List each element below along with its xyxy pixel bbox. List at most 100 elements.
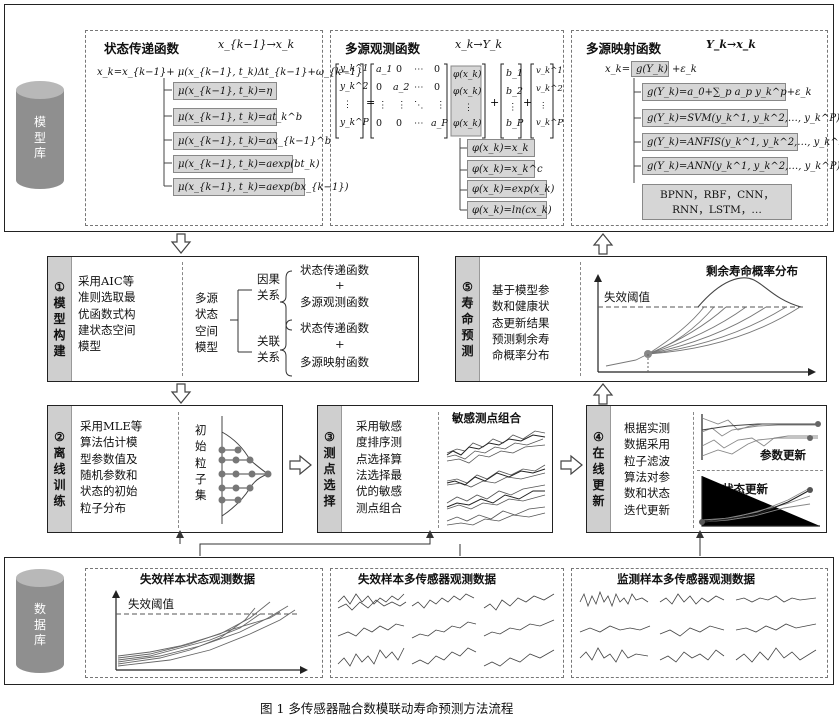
step4-description: 根据实测 数据采用 粒子滤波 算法对参 数和状态 迭代更新 [624, 421, 670, 517]
step3-tab: ③ 测 点 选 择 [318, 406, 342, 532]
step3-description: 采用敏感 度排序测 点选择算 法选择最 优的敏感 测点组合 [356, 419, 402, 515]
obs-matrix-r2c2: a_2 [393, 82, 410, 93]
state-transfer-equation: x_k=x_{k−1}+ μ(x_{k−1}, t_k)Δt_{k−1}+ω_{… [97, 67, 363, 78]
step3-divider [438, 412, 439, 528]
obs-v-2: v_k^2 [536, 84, 563, 94]
obs-phi-2: φ(x_k) [453, 87, 482, 97]
state-options-bracket [163, 78, 172, 187]
ann-list-line2: RNN，LSTM，… [672, 204, 762, 216]
obs-option-4: φ(x_k)=ln(cx_k) [467, 201, 552, 219]
obs-option-2: φ(x_k)=x_k^c [467, 160, 543, 178]
obs-matrix-r2c3: ⋯ [414, 82, 424, 93]
rul-distribution-chart [594, 274, 816, 376]
state-transfer-title: 状态传递函数 [104, 41, 180, 56]
mapping-option-3: g(Y_k)=ANFIS(y_k^1, y_k^2,…, y_k^P) [642, 133, 839, 151]
state-option-3: μ(x_{k−1}, t_k)=ax_{k−1}^b [173, 132, 331, 150]
mapping-eq-post: +ε_k [672, 64, 697, 75]
mapping-option-2: g(Y_k)=SVM(y_k^1, y_k^2,…, y_k^P) [642, 109, 839, 127]
failure-multisensor-title: 失效样本多传感器观测数据 [358, 572, 496, 586]
step2-tab: ② 离 线 训 练 [48, 406, 72, 532]
initial-particle-plot [218, 416, 272, 524]
assoc-item-plus: + [335, 337, 345, 351]
obs-matrix-r3c2: ⋮ [397, 100, 407, 111]
mapping-option-1: g(Y_k)=a_0+∑_p a_p y_k^p+ε_k [642, 83, 812, 101]
obs-phi-1: φ(x_k) [453, 70, 482, 80]
step1-tab: ① 模 型 构 建 [48, 257, 72, 381]
step4-divider [693, 412, 694, 528]
obs-v-3: ⋮ [539, 101, 548, 111]
obs-lhs-4: y_k^P [340, 118, 369, 128]
data-db-label: 数据库 [33, 602, 46, 648]
obs-matrix-r2c1: 0 [376, 82, 383, 93]
obs-lhs-3: ⋮ [343, 100, 352, 110]
arrow-top-to-step1 [170, 233, 192, 254]
obs-matrix-r4c1: 0 [376, 118, 383, 129]
obs-b-4: b_P [506, 118, 524, 129]
obs-phi-4: φ(x_k) [453, 119, 482, 129]
failure-state-chart [112, 590, 308, 674]
obs-option-3: φ(x_k)=exp(x_k) [467, 180, 554, 198]
state-option-2: μ(x_{k−1}, t_k)=at_k^b [173, 108, 302, 126]
state-update-chart [699, 476, 820, 527]
causal-item-plus: + [335, 278, 345, 292]
obs-matrix-r3c1: ⋮ [378, 100, 388, 111]
obs-matrix-r4c2: 0 [396, 118, 403, 129]
step4-tab: ④ 在 线 更 新 [587, 406, 611, 532]
obs-matrix-r4c4: a_P [431, 118, 448, 129]
observation-matrix-brackets: = + + [335, 63, 554, 139]
arrow-step2-to-step3 [289, 454, 312, 476]
step4-hdivider [697, 470, 823, 471]
bottom-connectors [176, 530, 704, 556]
state-option-5: μ(x_{k−1}, t_k)=aexp(bx_{k−1}) [173, 178, 349, 196]
arrow-top-to-step5 [592, 233, 614, 255]
assoc-relation-label: 关联 关系 [257, 334, 280, 365]
obs-lhs-1: y_k^1 [340, 64, 369, 74]
state-transfer-math: x_{k−1}→x_k [218, 38, 295, 51]
assoc-item-1: 状态传递函数 [300, 321, 369, 335]
obs-matrix-r1c4: 0 [434, 64, 441, 75]
step1-divider [182, 262, 183, 376]
space-model-label: 多源 状态 空间 模型 [195, 291, 218, 354]
mapping-eq-box: g(Y_k) [631, 61, 669, 77]
obs-matrix-r3c4: ⋮ [436, 100, 446, 111]
initial-particle-label: 初 始 粒 子 集 [195, 423, 207, 503]
figure-caption: 图 1 多传感器融合数模联动寿命预测方法流程 [260, 701, 514, 716]
obs-v-1: v_k^1 [536, 66, 563, 76]
mapping-title: 多源映射函数 [586, 41, 662, 56]
step5-description: 基于模型参 数和健康状 态更新结果 预测剩余寿 命概率分布 [492, 283, 550, 363]
arrow-step4-to-step5 [592, 383, 614, 405]
obs-matrix-r2c4: 0 [434, 82, 441, 93]
step1-description: 采用AIC等 准则选取最 优函数式构 建状态空间 模型 [78, 274, 136, 354]
mapping-eq-pre: x_k= [605, 64, 631, 75]
step2-description: 采用MLE等 算法估计模 型参数值及 随机参数和 状态的初始 粒子分布 [80, 419, 143, 515]
mapping-math: Y_k→x_k [706, 38, 756, 51]
step2-divider [178, 412, 179, 528]
step5-divider [580, 262, 581, 376]
ann-list-line1: BPNN，RBF，CNN， [660, 189, 774, 201]
obs-b-2: b_2 [506, 86, 523, 97]
assoc-item-2: 多源映射函数 [300, 355, 369, 369]
obs-matrix-r1c3: ⋯ [414, 64, 424, 75]
svg-text:=: = [366, 96, 375, 109]
obs-matrix-r1c2: 0 [396, 64, 403, 75]
obs-b-1: b_1 [506, 68, 523, 79]
obs-matrix-r4c3: ⋯ [414, 118, 424, 129]
obs-lhs-2: y_k^2 [340, 82, 369, 92]
mapping-option-4: g(Y_k)=ANN(y_k^1, y_k^2,…, y_k^P) [642, 157, 839, 175]
param-update-label: 参数更新 [760, 448, 806, 462]
monitoring-multisensor-title: 监测样本多传感器观测数据 [617, 572, 755, 586]
monitoring-multisensor-chart [579, 590, 817, 663]
obs-v-4: v_k^P [536, 118, 564, 128]
causal-relation-label: 因果 关系 [257, 272, 280, 303]
state-option-4: μ(x_{k−1}, t_k)=aexp(bt_k) [173, 155, 319, 173]
obs-matrix-r3c3: ⋱ [414, 100, 424, 111]
step5-tab: ⑤ 寿 命 预 测 [456, 257, 480, 381]
causal-item-2: 多源观测函数 [300, 295, 369, 309]
observation-math: x_k→Y_k [455, 38, 503, 51]
failure-multisensor-chart [337, 593, 555, 667]
arrow-step1-to-step2 [170, 383, 192, 404]
svg-text:+: + [523, 96, 532, 109]
obs-option-1: φ(x_k)=x_k [467, 139, 535, 157]
failure-state-data-title: 失效样本状态观测数据 [140, 572, 255, 586]
observation-title: 多源观测函数 [345, 41, 421, 56]
